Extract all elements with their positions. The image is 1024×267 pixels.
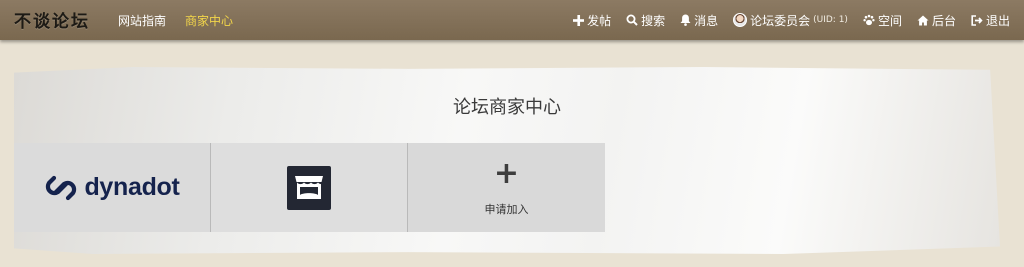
avatar [733, 13, 748, 27]
search-label: 搜索 [641, 13, 666, 28]
bell-icon [680, 14, 691, 26]
space-button[interactable]: 空间 [863, 12, 902, 29]
nav-link-guide[interactable]: 网站指南 [118, 12, 166, 29]
dynadot-logo-icon [46, 175, 77, 200]
logout-button[interactable]: 退出 [971, 12, 1010, 29]
plus-icon: + [493, 155, 520, 191]
messages-button[interactable]: 消息 [680, 12, 718, 29]
nav-link-merchant-center[interactable]: 商家中心 [185, 12, 233, 29]
user-name: 论坛委员会 [750, 13, 811, 28]
store-icon [287, 165, 331, 210]
merchant-card-dynadot[interactable]: dynadot [14, 143, 211, 232]
apply-join-button[interactable]: + 申请加入 [408, 143, 605, 232]
plus-icon [573, 14, 585, 26]
merchant-card-store[interactable] [211, 143, 408, 232]
post-label: 发帖 [587, 13, 612, 28]
space-label: 空间 [877, 13, 902, 28]
logout-label: 退出 [985, 13, 1010, 28]
paw-icon [863, 14, 875, 26]
post-button[interactable]: 发帖 [573, 12, 611, 29]
search-icon [626, 14, 638, 26]
user-nav: 发帖 搜索 消息 论坛委员会 (UID: 1) 空间 后台 退出 [573, 0, 1010, 40]
merchant-panel: 论坛商家中心 dynadot + 申请加入 [14, 67, 1000, 254]
merchant-list: dynadot + 申请加入 [14, 143, 605, 232]
dynadot-logo: dynadot [44, 171, 180, 205]
user-uid: (UID: 1) [813, 15, 848, 25]
top-nav-bar: 不谈论坛 网站指南 商家中心 发帖 搜索 消息 论坛委员会 (UID: 1) 空… [0, 0, 1024, 40]
messages-label: 消息 [694, 13, 719, 28]
apply-join-label: 申请加入 [484, 202, 529, 216]
merchant-name: dynadot [84, 173, 180, 201]
admin-label: 后台 [931, 13, 956, 28]
page-title: 论坛商家中心 [453, 97, 561, 118]
home-icon [917, 15, 929, 25]
search-button[interactable]: 搜索 [626, 12, 665, 29]
admin-button[interactable]: 后台 [917, 12, 956, 29]
site-logo[interactable]: 不谈论坛 [14, 7, 90, 32]
logout-icon [971, 14, 983, 26]
user-profile-link[interactable]: 论坛委员会 (UID: 1) [733, 12, 848, 29]
